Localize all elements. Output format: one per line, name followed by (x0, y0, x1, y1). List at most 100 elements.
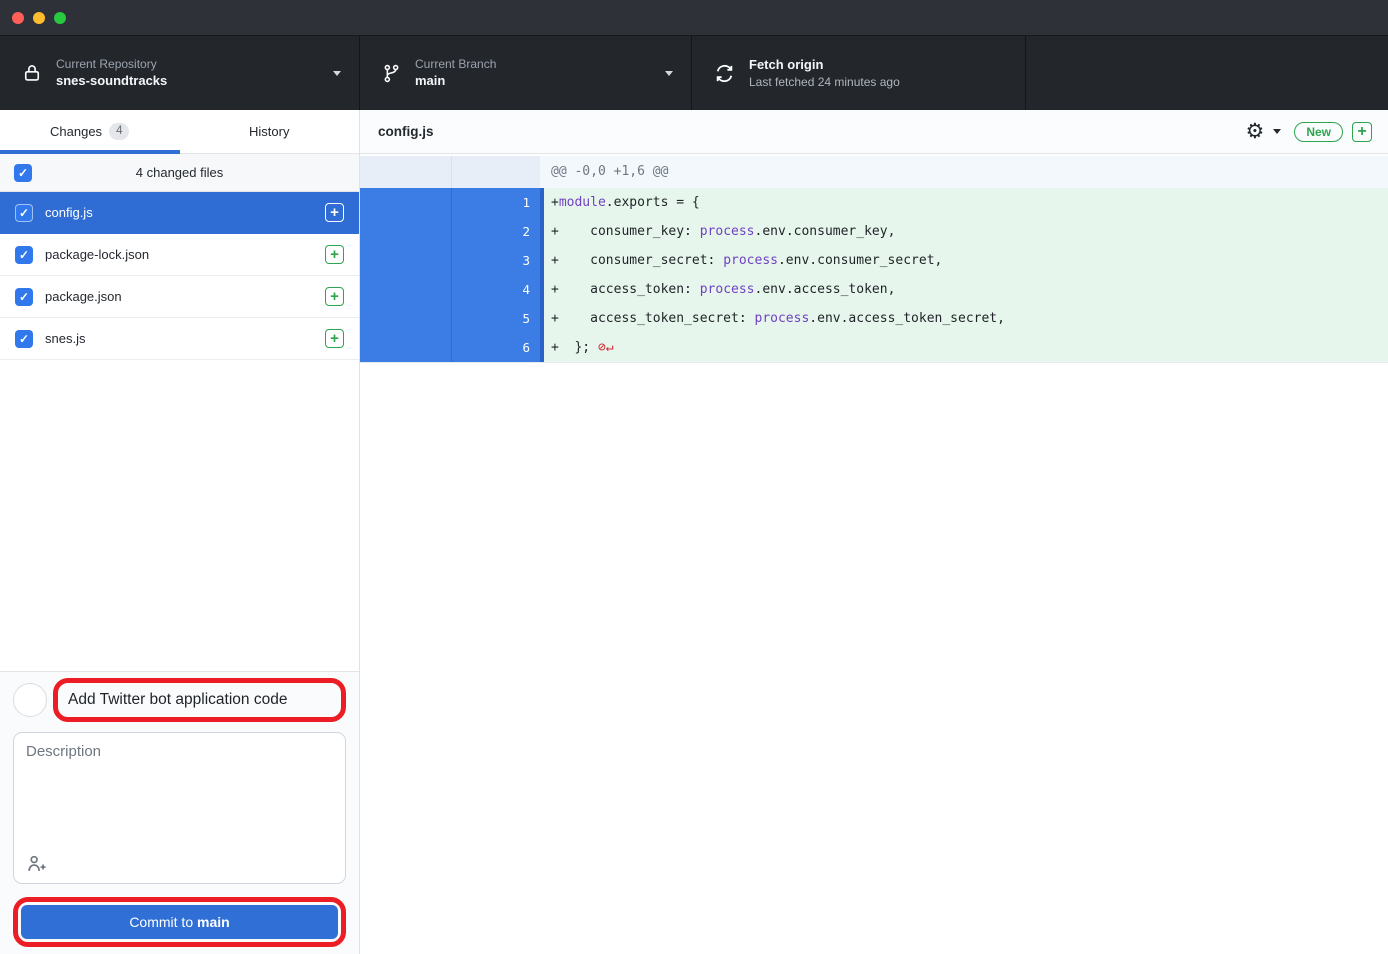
code-segment: + access_token_secret: (551, 311, 755, 326)
diff-code-text: + consumer_key: process.env.consumer_key… (544, 217, 1388, 246)
file-status-added-icon: + (325, 245, 344, 264)
diff-gutter-line-number[interactable]: 5 (452, 304, 540, 333)
diff-gutter-old[interactable] (360, 275, 452, 304)
code-segment: process (755, 311, 810, 326)
file-name: package-lock.json (45, 247, 313, 262)
code-segment: + consumer_secret: (551, 253, 723, 268)
tab-history[interactable]: History (180, 110, 360, 153)
file-row[interactable]: ✓ package.json + (0, 276, 359, 318)
diff-file-name: config.js (378, 124, 1245, 139)
select-all-checkbox[interactable]: ✓ (14, 164, 32, 182)
lock-icon (22, 63, 42, 83)
diff-line: 2+ consumer_key: process.env.consumer_ke… (360, 217, 1388, 246)
file-status-new-badge: New (1294, 122, 1343, 142)
commit-panel: Commit to main (0, 671, 359, 954)
file-status-added-icon: + (325, 287, 344, 306)
diff-header: config.js ⚙ New + (360, 110, 1388, 154)
diff-line: 5+ access_token_secret: process.env.acce… (360, 304, 1388, 333)
code-segment: .env.consumer_secret, (778, 253, 942, 268)
changes-sidebar: Changes 4 History ✓ 4 changed files ✓ con… (0, 110, 360, 954)
code-segment: + access_token: (551, 282, 700, 297)
sync-icon (714, 63, 735, 84)
diff-line: 1+module.exports = { (360, 188, 1388, 217)
file-name: snes.js (45, 331, 313, 346)
file-checkbox[interactable]: ✓ (15, 330, 33, 348)
commit-summary-input[interactable] (58, 691, 341, 709)
chevron-down-icon[interactable] (1273, 129, 1281, 134)
minimize-button[interactable] (33, 12, 45, 24)
diff-code-text: + access_token_secret: process.env.acces… (544, 304, 1388, 333)
diff-code-text: + }; ⊘↵ (544, 333, 1388, 362)
tab-history-label: History (249, 124, 289, 139)
file-checkbox[interactable]: ✓ (15, 288, 33, 306)
changed-files-count: 4 changed files (0, 165, 359, 180)
diff-code-text: +module.exports = { (544, 188, 1388, 217)
file-status-added-icon: + (325, 329, 344, 348)
code-segment: process (723, 253, 778, 268)
commit-button[interactable]: Commit to main (21, 905, 338, 939)
plus-box-icon[interactable]: + (1352, 122, 1372, 142)
file-checkbox[interactable]: ✓ (15, 246, 33, 264)
changes-count-badge: 4 (109, 123, 129, 140)
diff-pane: config.js ⚙ New + @@ -0,0 +1,6 @@ 1+modu… (360, 110, 1388, 954)
commit-description-box (13, 732, 346, 884)
chevron-down-icon (665, 71, 673, 76)
code-segment: .env.access_token_secret, (809, 311, 1005, 326)
annotation-highlight-commit-button: Commit to main (13, 897, 346, 947)
repository-picker[interactable]: Current Repository snes-soundtracks (0, 36, 360, 110)
diff-gutter-old[interactable] (360, 188, 452, 217)
fetch-origin-button[interactable]: Fetch origin Last fetched 24 minutes ago (692, 36, 1026, 110)
hunk-header-text: @@ -0,0 +1,6 @@ (544, 156, 1388, 188)
hunk-header: @@ -0,0 +1,6 @@ (360, 156, 1388, 188)
code-segment: .exports = { (606, 195, 700, 210)
diff-line: 4+ access_token: process.env.access_toke… (360, 275, 1388, 304)
close-button[interactable] (12, 12, 24, 24)
file-status-added-icon: + (325, 203, 344, 222)
changed-file-list: ✓ config.js + ✓ package-lock.json + ✓ package.j… (0, 192, 359, 360)
gear-icon[interactable]: ⚙ (1245, 121, 1264, 142)
person-add-icon[interactable] (26, 853, 47, 874)
diff-gutter-line-number[interactable]: 3 (452, 246, 540, 275)
commit-button-prefix: Commit to (129, 914, 197, 930)
code-segment: ⊘↵ (598, 340, 614, 355)
diff-code-text: + access_token: process.env.access_token… (544, 275, 1388, 304)
repository-name: snes-soundtracks (56, 72, 323, 90)
diff-code-text: + consumer_secret: process.env.consumer_… (544, 246, 1388, 275)
diff-gutter-old[interactable] (360, 217, 452, 246)
code-segment: module (559, 195, 606, 210)
diff-line: 6+ }; ⊘↵ (360, 333, 1388, 362)
toolbar-empty-area (1026, 36, 1388, 110)
diff-gutter-line-number[interactable]: 2 (452, 217, 540, 246)
chevron-down-icon (333, 71, 341, 76)
window-titlebar (0, 0, 1388, 36)
commit-description-input[interactable] (26, 743, 333, 851)
toolbar: Current Repository snes-soundtracks Curr… (0, 36, 1388, 110)
tab-changes-label: Changes (50, 124, 102, 139)
tab-changes[interactable]: Changes 4 (0, 110, 180, 153)
file-name: config.js (45, 205, 313, 220)
diff-gutter-line-number[interactable]: 6 (452, 333, 540, 362)
diff-line: 3+ consumer_secret: process.env.consumer… (360, 246, 1388, 275)
code-segment: process (700, 224, 755, 239)
repository-label: Current Repository (56, 56, 323, 72)
diff-gutter-old[interactable] (360, 333, 452, 362)
zoom-button[interactable] (54, 12, 66, 24)
diff-gutter-old[interactable] (360, 246, 452, 275)
code-segment: + consumer_key: (551, 224, 700, 239)
annotation-highlight-summary (53, 678, 346, 722)
diff-gutter-line-number[interactable]: 1 (452, 188, 540, 217)
diff-gutter-old[interactable] (360, 304, 452, 333)
diff-gutter-line-number[interactable]: 4 (452, 275, 540, 304)
file-row[interactable]: ✓ snes.js + (0, 318, 359, 360)
github-desktop-window: Current Repository snes-soundtracks Curr… (0, 0, 1388, 954)
file-row[interactable]: ✓ config.js + (0, 192, 359, 234)
branch-name: main (415, 72, 655, 90)
branch-picker[interactable]: Current Branch main (360, 36, 692, 110)
file-name: package.json (45, 289, 313, 304)
fetch-title: Fetch origin (749, 56, 1007, 74)
file-row[interactable]: ✓ package-lock.json + (0, 234, 359, 276)
git-branch-icon (382, 64, 401, 83)
fetch-subtitle: Last fetched 24 minutes ago (749, 74, 1007, 90)
sidebar-empty-area (0, 360, 359, 671)
file-checkbox[interactable]: ✓ (15, 204, 33, 222)
